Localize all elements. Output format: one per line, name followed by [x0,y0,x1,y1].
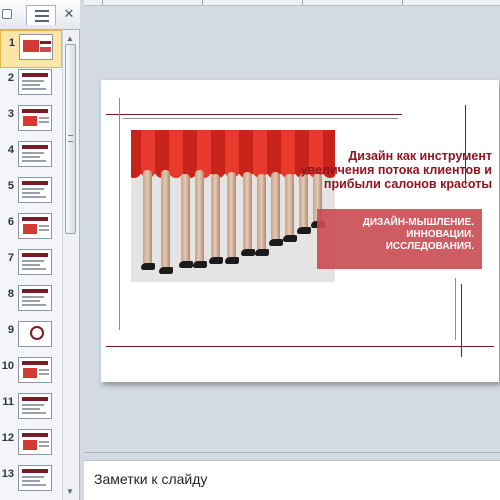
notes-placeholder: Заметки к слайду [94,471,208,487]
close-panel-icon[interactable]: ✕ [62,8,76,22]
slide-preview [18,357,52,383]
slide-thumbnail-1[interactable]: 1 [0,30,62,68]
panel-scrollbar[interactable]: ▲ ▼ [62,30,78,500]
slide-preview [18,213,52,239]
horizontal-ruler [84,0,500,6]
right-guide-line [455,278,456,340]
slide-number: 7 [7,252,14,264]
slide-preview [18,321,52,347]
slide-preview [18,285,52,311]
slide-preview [18,429,52,455]
slide-number: 10 [1,360,14,372]
scrollbar-thumb[interactable] [65,44,76,234]
slide-number: 11 [2,396,14,408]
slide-preview [18,249,52,275]
slide-number: 13 [1,468,14,480]
slide-preview [18,141,52,167]
subtitle-line: ИССЛЕДОВАНИЯ. [385,241,474,252]
left-guide-line [119,98,120,330]
slide-thumbnail-12[interactable]: 12 [0,426,62,464]
subtitle-line: ДИЗАЙН-МЫШЛЕНИЕ. [362,217,474,228]
slide-number: 12 [1,432,14,444]
slides-tab[interactable] [26,5,56,25]
slide-preview [18,69,52,95]
scroll-up-icon[interactable]: ▲ [66,34,74,43]
slide-preview [18,393,52,419]
scroll-down-icon[interactable]: ▼ [66,487,74,496]
slide-number: 6 [7,216,14,228]
slides-list-icon [35,10,49,22]
slide-canvas[interactable]: Дизайн как инструмент увеличения потока … [101,80,499,382]
slide-number: 3 [7,108,14,120]
slide-thumbnail-9[interactable]: 9 [0,318,62,356]
top-guide-line [123,118,398,119]
grip-icon [68,135,73,142]
title-line: увеличения потока клиентов и [300,163,492,177]
slide-preview [18,177,52,203]
slide-number: 2 [7,72,14,84]
slide-number: 5 [7,180,14,192]
slide-number: 8 [7,288,14,300]
slide-thumbnail-list: 1 2 3 4 5 6 7 8 9 10 11 12 13 [0,30,62,500]
slide-thumbnail-13[interactable]: 13 [0,462,62,500]
slide-title[interactable]: Дизайн как инструмент увеличения потока … [261,149,492,191]
slide-thumbnail-5[interactable]: 5 [0,174,62,212]
slide-number: 1 [8,37,15,49]
slide-preview [18,465,52,491]
slide-thumbnail-4[interactable]: 4 [0,138,62,176]
slide-thumbnail-10[interactable]: 10 [0,354,62,392]
slide-thumbnail-3[interactable]: 3 [0,102,62,140]
slide-thumbnail-6[interactable]: 6 [0,210,62,248]
outline-tab[interactable] [2,9,12,19]
top-rule-line [106,114,402,115]
slide-thumbnail-2[interactable]: 2 [0,66,62,104]
subtitle-line: ИННОВАЦИИ. [406,229,474,240]
title-line: Дизайн как инструмент [348,149,492,163]
slide-thumbnail-7[interactable]: 7 [0,246,62,284]
title-line: прибыли салонов красоты [323,177,492,191]
slide-thumbnail-8[interactable]: 8 [0,282,62,320]
bottom-rule-line [106,346,494,347]
notes-pane[interactable]: Заметки к слайду [84,460,500,500]
slides-panel: ✕ 1 2 3 4 5 6 7 8 9 10 11 12 13 ▲ ▼ [0,0,80,500]
slide-preview [18,105,52,131]
slide-thumbnail-11[interactable]: 11 [0,390,62,428]
notes-splitter[interactable] [84,452,500,460]
slide-number: 9 [7,324,14,336]
right-rule-bottom [461,284,462,357]
slide-preview [19,34,53,60]
subtitle-box[interactable]: ДИЗАЙН-МЫШЛЕНИЕ. ИННОВАЦИИ. ИССЛЕДОВАНИЯ… [317,209,482,269]
panel-tabs: ✕ [0,0,80,30]
slide-number: 4 [7,144,14,156]
